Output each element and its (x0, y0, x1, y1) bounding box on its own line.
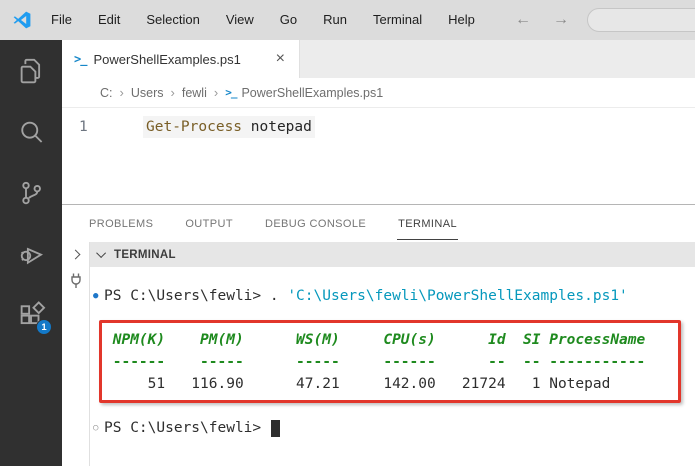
tab-label: PowerShellExamples.ps1 (93, 51, 241, 67)
breadcrumb: C: › Users › fewli › >_ PowerShellExampl… (62, 78, 695, 108)
sidebar-item-search[interactable] (0, 101, 62, 162)
line-number: 1 (79, 119, 88, 135)
source-control-icon (22, 181, 41, 204)
command-pending-marker-icon: ○ (93, 423, 99, 433)
sidebar-item-run-debug[interactable] (0, 223, 62, 284)
powershell-file-icon: >_ (74, 52, 87, 66)
sidebar-item-explorer[interactable] (0, 40, 62, 101)
back-arrow-icon[interactable]: ← (515, 11, 531, 29)
chevron-right-icon: › (119, 85, 124, 100)
vscode-logo-icon (13, 11, 31, 29)
cmdlet-token: Get-Process (146, 119, 243, 135)
process-table-value-row: 51 116.90 47.21 142.00 21724 1 Notepad (90, 373, 695, 395)
search-icon (21, 121, 43, 143)
tab-output[interactable]: OUTPUT (184, 207, 234, 240)
vscode-logo (12, 10, 32, 30)
plug-icon[interactable] (68, 272, 84, 295)
code-text: Get-Process notepad (143, 116, 315, 138)
breadcrumb-file[interactable]: PowerShellExamples.ps1 (241, 86, 383, 100)
menu-file[interactable]: File (38, 0, 85, 40)
editor-tab-strip: >_ PowerShellExamples.ps1 × (62, 40, 695, 78)
command-run-marker-icon[interactable]: ● (90, 285, 104, 307)
terminal-prompt: PS C:\Users\fewli> (104, 420, 270, 436)
process-table-values: 51 116.90 47.21 142.00 21724 1 Notepad (104, 376, 611, 392)
command-center-search-input[interactable] (587, 8, 695, 32)
process-table-dashes: ------ ----- ----- ------ -- -- --------… (104, 354, 646, 370)
tab-debug-console[interactable]: DEBUG CONSOLE (264, 207, 367, 240)
terminal-cursor (270, 419, 280, 437)
powershell-file-icon: >_ (225, 86, 237, 99)
breadcrumb-users[interactable]: Users (131, 86, 164, 100)
chevron-down-icon (96, 248, 107, 259)
menu-terminal[interactable]: Terminal (360, 0, 435, 40)
terminal-prompt: PS C:\Users\fewli> . (104, 288, 288, 304)
script-path-string: 'C:\Users\fewli\PowerShellExamples.ps1' (287, 288, 628, 304)
bottom-panel: PROBLEMS OUTPUT DEBUG CONSOLE TERMINAL T… (62, 204, 695, 466)
menu-help[interactable]: Help (435, 0, 488, 40)
panel-expand-icon[interactable] (70, 249, 81, 260)
process-table-divider-row: ------ ----- ----- ------ -- -- --------… (90, 351, 695, 373)
debug-icon (20, 247, 44, 264)
menu-bar: File Edit Selection View Go Run Terminal… (38, 0, 488, 40)
menu-selection[interactable]: Selection (133, 0, 212, 40)
chevron-right-icon: › (213, 85, 219, 100)
process-table-header: NPM(K) PM(M) WS(M) CPU(s) Id SI ProcessN… (104, 332, 646, 348)
menu-go[interactable]: Go (267, 0, 310, 40)
history-navigation: ← → (515, 11, 569, 29)
terminal-section-title: TERMINAL (114, 248, 176, 261)
sidebar-item-source-control[interactable] (0, 162, 62, 223)
panel-tab-bar: PROBLEMS OUTPUT DEBUG CONSOLE TERMINAL (62, 205, 695, 242)
title-bar: File Edit Selection View Go Run Terminal… (0, 0, 695, 40)
terminal-output[interactable]: ● PS C:\Users\fewli> . 'C:\Users\fewli\P… (90, 267, 695, 466)
breadcrumb-drive[interactable]: C: (100, 86, 113, 100)
extensions-badge: 1 (36, 319, 52, 335)
chevron-right-icon: › (170, 85, 175, 100)
activity-bar: 1 (0, 40, 62, 466)
terminal-command-text: PS C:\Users\fewli> . 'C:\Users\fewli\Pow… (104, 285, 628, 307)
terminal-prompt-line: ○ PS C:\Users\fewli> (90, 417, 695, 439)
argument-token: notepad (242, 119, 312, 135)
files-icon (20, 58, 41, 83)
terminal-command-line: ● PS C:\Users\fewli> . 'C:\Users\fewli\P… (90, 285, 695, 307)
code-editor[interactable]: 1 Get-Process notepad (62, 108, 695, 204)
sidebar-item-extensions[interactable]: 1 (0, 284, 62, 345)
process-table-header-row: NPM(K) PM(M) WS(M) CPU(s) Id SI ProcessN… (90, 329, 695, 351)
forward-arrow-icon[interactable]: → (553, 11, 569, 29)
terminal-section-header[interactable]: TERMINAL (90, 242, 695, 267)
menu-edit[interactable]: Edit (85, 0, 133, 40)
tab-problems[interactable]: PROBLEMS (88, 207, 154, 240)
close-icon[interactable]: × (272, 50, 289, 68)
breadcrumb-fewli[interactable]: fewli (182, 86, 207, 100)
terminal-prompt-text: PS C:\Users\fewli> (104, 417, 280, 439)
menu-run[interactable]: Run (310, 0, 360, 40)
menu-view[interactable]: View (213, 0, 267, 40)
tab-powershellexamples[interactable]: >_ PowerShellExamples.ps1 × (62, 40, 300, 78)
panel-left-gutter (62, 242, 90, 466)
tab-terminal[interactable]: TERMINAL (397, 207, 458, 240)
code-line-1: 1 Get-Process notepad (62, 116, 695, 138)
